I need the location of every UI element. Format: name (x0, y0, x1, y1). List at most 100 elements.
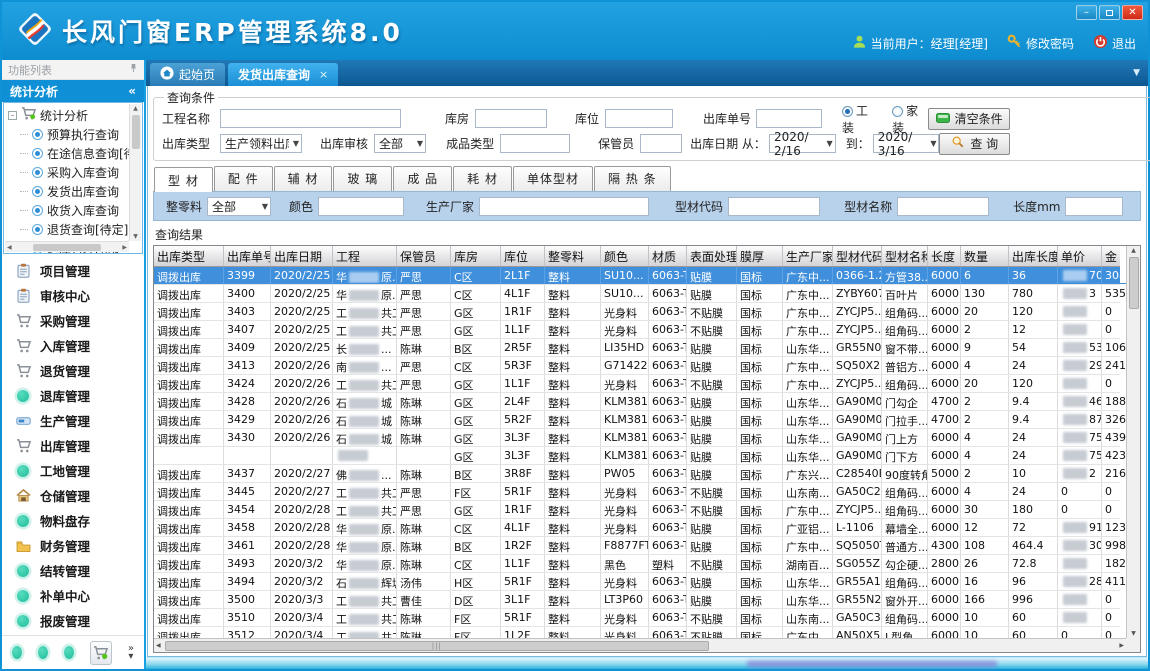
logout-button[interactable]: 退出 (1093, 34, 1136, 52)
column-header[interactable]: 库位 (501, 246, 545, 266)
tree-item[interactable]: 发货出库查询 (8, 182, 128, 201)
tree-item[interactable]: 采购入库查询 (8, 163, 128, 182)
sidebar-item[interactable]: 补单中心 (2, 583, 144, 608)
date-to-picker[interactable]: 2020/ 3/16▼ (873, 134, 940, 153)
warehouse-input[interactable] (475, 109, 547, 128)
tree-item[interactable]: 收货入库查询 (8, 201, 128, 220)
sidebar-item[interactable]: 工地管理 (2, 458, 144, 483)
column-header[interactable]: 库房 (451, 246, 501, 266)
color-input[interactable] (318, 197, 404, 216)
profile-name-input[interactable] (897, 197, 989, 216)
column-header[interactable]: 保管员 (397, 246, 451, 266)
material-tab[interactable]: 隔 热 条 (594, 166, 671, 191)
profile-code-input[interactable] (728, 197, 820, 216)
search-button[interactable]: 查 询 (939, 133, 1010, 155)
tab-shipping-outbound-query[interactable]: 发货出库查询 × (228, 63, 338, 86)
material-tab[interactable]: 成 品 (393, 166, 452, 191)
whole-part-select[interactable]: 全部▼ (207, 197, 271, 216)
table-row[interactable]: 调拨出库34032020/2/25工共工程严思G区1R1F整料光身料6063-T… (154, 303, 1120, 321)
table-row[interactable]: 调拨出库34582020/2/28华原...陈琳C区4L1F整料光身料6063-… (154, 519, 1120, 537)
column-header[interactable]: 整零料 (545, 246, 601, 266)
maximize-button[interactable] (1099, 5, 1120, 20)
table-row[interactable]: 调拨出库34302020/2/26石城陈琳G区3L3F整料KLM38176063… (154, 429, 1120, 447)
material-tab[interactable]: 玻 璃 (333, 166, 392, 191)
table-row[interactable]: 调拨出库34292020/2/26石城陈琳G区5R2F整料KLM38176063… (154, 411, 1120, 429)
column-header[interactable]: 膜厚 (737, 246, 783, 266)
collapse-icon[interactable]: « (128, 84, 136, 98)
table-row[interactable]: 调拨出库34072020/2/25工共工程严思G区1L1F整料光身料6063-T… (154, 321, 1120, 339)
table-row[interactable]: 调拨出库34002020/2/25华原...严思C区4L1F整料SU10...6… (154, 285, 1120, 303)
table-row[interactable]: 调拨出库35102020/3/4工共工程陈琳F区5R1F整料光身料6063-T5… (154, 609, 1120, 627)
material-tab[interactable]: 型 材 (154, 167, 213, 192)
sidebar-item[interactable]: 生产管理 (2, 408, 144, 433)
sidebar-item[interactable]: 物料盘存 (2, 508, 144, 533)
sidebar-item[interactable]: 项目管理 (2, 258, 144, 283)
table-row[interactable]: 调拨出库34452020/2/27工共工程严思F区5R1F整料光身料6063-T… (154, 483, 1120, 501)
table-row[interactable]: 调拨出库34092020/2/25长...陈琳B区2R5F整料LI35HD606… (154, 339, 1120, 357)
clear-conditions-button[interactable]: 清空条件 (928, 108, 1010, 130)
minimize-button[interactable]: – (1076, 5, 1097, 20)
sidebar-item[interactable]: 审核中心 (2, 283, 144, 308)
column-header[interactable]: 工程 (333, 246, 397, 266)
column-header[interactable]: 出库单号 (224, 246, 271, 266)
table-row[interactable]: 调拨出库34932020/3/2华原...陈琳C区1L1F整料黑色塑料不贴膜国标… (154, 555, 1120, 573)
table-row[interactable]: 调拨出库34542020/2/28工共工程严思G区1R1F整料光身料6063-T… (154, 501, 1120, 519)
column-header[interactable]: 数量 (961, 246, 1009, 266)
sidebar-item[interactable]: 报废管理 (2, 608, 144, 633)
table-row[interactable]: 调拨出库33992020/2/25华原...严思C区2L1F整料SU10...6… (154, 267, 1120, 285)
column-header[interactable]: 出库长度 (1009, 246, 1058, 266)
sidebar-section-statistics[interactable]: 统计分析 « (2, 80, 144, 102)
sidebar-item[interactable]: 入库管理 (2, 333, 144, 358)
sidebar-item[interactable]: 仓储管理 (2, 483, 144, 508)
tree-item[interactable]: 预算执行查询 (8, 125, 128, 144)
circle-icon[interactable] (38, 646, 48, 659)
column-header[interactable]: 单价 (1058, 246, 1102, 266)
tree-item[interactable]: 退货查询[待定] (8, 220, 128, 239)
overflow-chevron[interactable]: »▾ (128, 645, 134, 661)
material-tab[interactable]: 耗 材 (453, 166, 512, 191)
table-row[interactable]: G区3L3F整料KLM38176063-T5贴膜国标山东华...GA90M09.… (154, 447, 1120, 465)
length-input[interactable] (1065, 197, 1123, 216)
tree-item[interactable]: 在途信息查询[待 (8, 144, 128, 163)
column-header[interactable]: 型材代码 (833, 246, 882, 266)
keeper-input[interactable] (640, 134, 682, 153)
pin-icon[interactable] (129, 63, 138, 76)
manufacturer-input[interactable] (479, 197, 649, 216)
table-row[interactable]: 调拨出库35002020/3/3工共工程曹佳D区3L1F整料LT3P606063… (154, 591, 1120, 609)
close-button[interactable]: ✕ (1122, 5, 1143, 20)
tree-vertical-scrollbar[interactable]: ▲▼ (129, 104, 141, 241)
column-header[interactable]: 出库类型 (154, 246, 224, 266)
circle-icon[interactable] (12, 646, 22, 659)
sidebar-item[interactable]: 退库管理 (2, 383, 144, 408)
column-header[interactable]: 颜色 (601, 246, 649, 266)
tree-root-statistics[interactable]: – 统计分析 (8, 105, 128, 125)
cart-tool-button[interactable] (90, 641, 112, 665)
column-header[interactable]: 长度 (928, 246, 961, 266)
radio-gongzhuang[interactable]: 工装 (842, 102, 878, 136)
outbound-audit-select[interactable]: 全部▼ (374, 134, 426, 153)
table-row[interactable]: 调拨出库34282020/2/26石城陈琳G区2L4F整料KLM38176063… (154, 393, 1120, 411)
product-type-input[interactable] (500, 134, 570, 153)
sidebar-item[interactable]: 财务管理 (2, 533, 144, 558)
sidebar-item[interactable]: 退货管理 (2, 358, 144, 383)
sidebar-item[interactable]: 结转管理 (2, 558, 144, 583)
tab-home[interactable]: 起始页 (150, 63, 225, 86)
change-password-button[interactable]: 修改密码 (1007, 34, 1074, 52)
table-row[interactable]: 调拨出库34242020/2/26工共工程严思G区1L1F整料光身料6063-T… (154, 375, 1120, 393)
table-row[interactable]: 调拨出库34942020/3/2石辉城汤伟H区5R1F整料光身料6063-T5贴… (154, 573, 1120, 591)
column-header[interactable]: 生产厂家 (783, 246, 833, 266)
tree-horizontal-scrollbar[interactable]: ◀▶ (5, 241, 129, 252)
grid-horizontal-scrollbar[interactable]: ◀|||▶ (154, 638, 1126, 652)
column-header[interactable]: 表面处理 (687, 246, 737, 266)
tab-list-chevron-icon[interactable]: ▼ (1133, 68, 1148, 78)
material-tab[interactable]: 辅 材 (274, 166, 333, 191)
outbound-type-select[interactable]: 生产领料出库▼ (220, 134, 302, 153)
table-row[interactable]: 调拨出库34132020/2/26南...严思C区5R3F整料G71422606… (154, 357, 1120, 375)
tree-expander-icon[interactable]: – (8, 111, 17, 120)
column-header[interactable]: 型材名称 (882, 246, 928, 266)
table-row[interactable]: 调拨出库34372020/2/27佛...陈琳B区3R8F整料PW056063-… (154, 465, 1120, 483)
sidebar-item[interactable]: 采购管理 (2, 308, 144, 333)
sidebar-item[interactable]: 出库管理 (2, 433, 144, 458)
column-header[interactable]: 材质 (649, 246, 687, 266)
tab-close-icon[interactable]: × (319, 68, 328, 81)
